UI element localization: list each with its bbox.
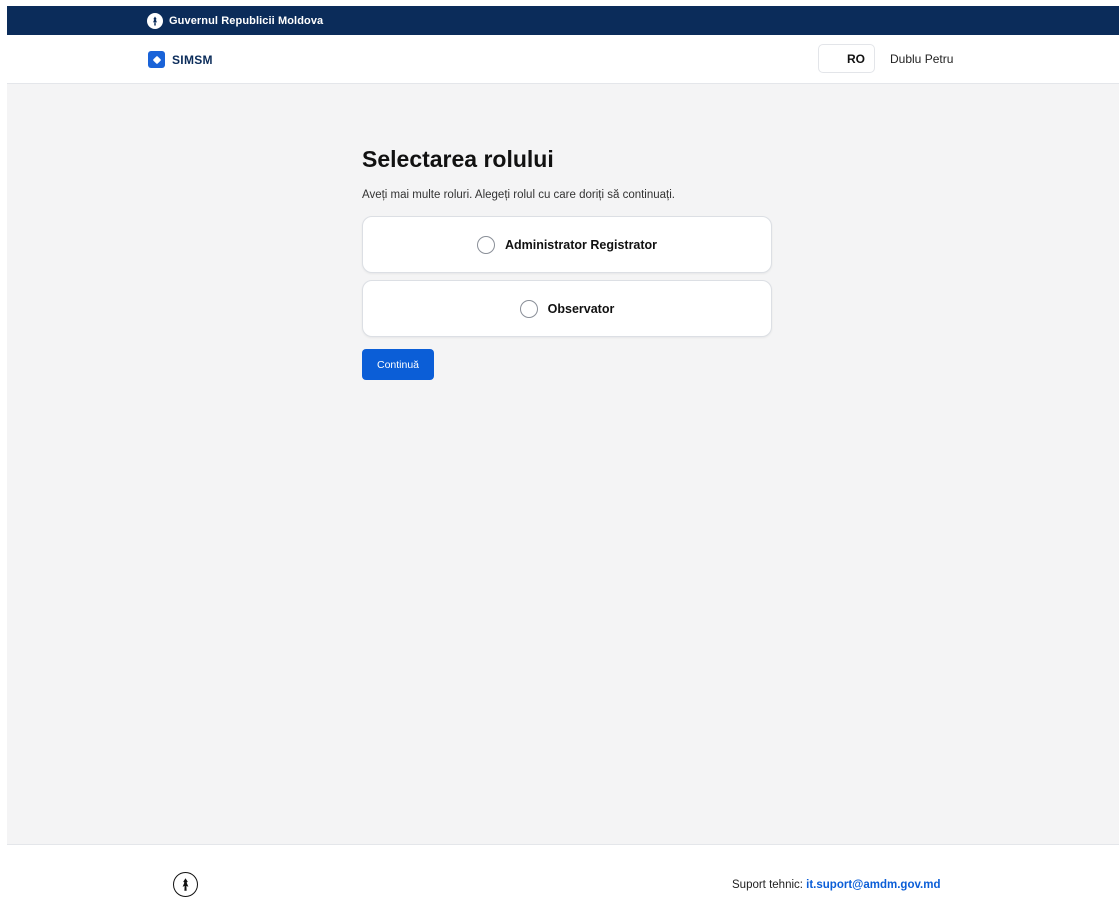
support-label: Suport tehnic: [732, 879, 807, 891]
role-option-administrator-registrator[interactable]: Administrator Registrator [362, 216, 772, 273]
continue-button[interactable]: Continuă [362, 349, 434, 380]
page-subtitle: Aveți mai multe roluri. Alegeți rolul cu… [362, 189, 675, 201]
support-info: Suport tehnic: it.suport@amdm.gov.md [732, 879, 940, 891]
footer: Suport tehnic: it.suport@amdm.gov.md [7, 845, 1119, 922]
page: Guvernul Republicii Moldova SIMSM RO Dub… [7, 6, 1119, 922]
support-email-link[interactable]: it.suport@amdm.gov.md [806, 879, 940, 891]
government-link[interactable]: Guvernul Republicii Moldova [147, 6, 323, 35]
user-menu[interactable]: Dublu Petru [890, 52, 953, 66]
moldova-emblem-icon [147, 12, 163, 29]
brand-logo-link[interactable]: SIMSM [148, 51, 213, 68]
radio-button[interactable] [519, 299, 538, 318]
role-label: Observator [547, 301, 615, 316]
main-content: Selectarea rolului Aveți mai multe rolur… [7, 84, 1119, 845]
role-option-observator[interactable]: Observator [362, 280, 772, 337]
app-name: SIMSM [172, 52, 213, 67]
moldova-emblem-icon [173, 872, 198, 897]
page-title: Selectarea rolului [362, 146, 554, 172]
app-header: SIMSM RO Dublu Petru [7, 35, 1119, 84]
role-label: Administrator Registrator [504, 237, 658, 252]
radio-button[interactable] [476, 235, 495, 254]
simsm-logo-icon [148, 51, 165, 68]
government-bar: Guvernul Republicii Moldova [7, 6, 1119, 35]
language-selector[interactable]: RO [818, 44, 875, 73]
government-title: Guvernul Republicii Moldova [169, 14, 324, 27]
